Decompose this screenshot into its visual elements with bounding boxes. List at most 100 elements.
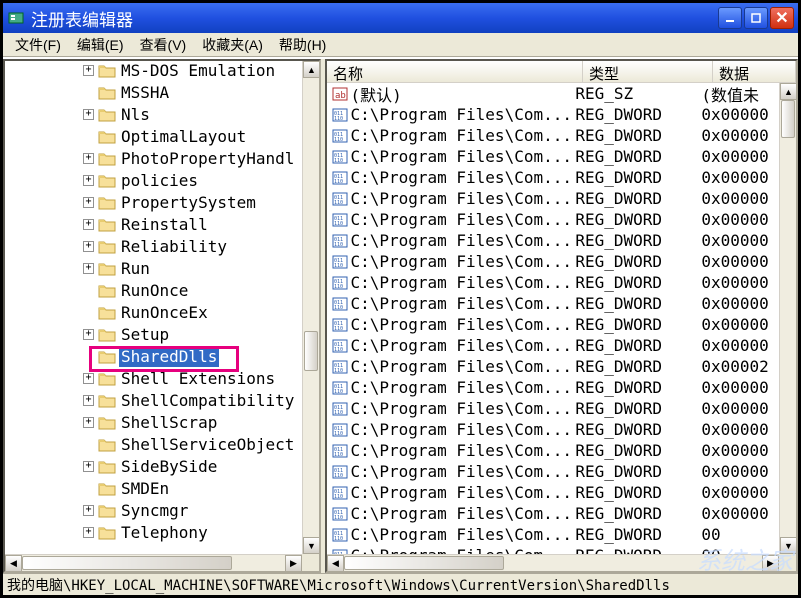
svg-text:110: 110 bbox=[334, 389, 343, 395]
tree-item[interactable]: +Reinstall bbox=[5, 213, 302, 235]
menu-help[interactable]: 帮助(H) bbox=[271, 33, 334, 57]
maximize-button[interactable] bbox=[744, 7, 768, 29]
expand-icon[interactable]: + bbox=[83, 175, 94, 186]
tree-vscroll-thumb[interactable] bbox=[304, 331, 318, 371]
expand-icon[interactable]: + bbox=[83, 263, 94, 274]
tree-item[interactable]: +PhotoPropertyHandl bbox=[5, 147, 302, 169]
col-data[interactable]: 数据 bbox=[713, 61, 796, 82]
cell-type: REG_DWORD bbox=[575, 294, 701, 313]
scroll-right-button[interactable]: ▶ bbox=[762, 555, 779, 571]
svg-text:110: 110 bbox=[334, 284, 343, 290]
expand-icon[interactable]: + bbox=[83, 241, 94, 252]
statusbar: 我的电脑\HKEY_LOCAL_MACHINE\SOFTWARE\Microso… bbox=[3, 573, 798, 595]
list-row[interactable]: 011110C:\Program Files\Com...REG_DWORD0x… bbox=[327, 419, 779, 440]
list-row[interactable]: 011110C:\Program Files\Com...REG_DWORD0x… bbox=[327, 230, 779, 251]
col-name[interactable]: 名称 bbox=[327, 61, 583, 82]
minimize-button[interactable] bbox=[718, 7, 742, 29]
list-vscrollbar[interactable]: ▲ ▼ bbox=[779, 83, 796, 554]
list-row[interactable]: 011110C:\Program Files\Com...REG_DWORD0x… bbox=[327, 377, 779, 398]
tree-vscrollbar[interactable]: ▲ ▼ bbox=[302, 61, 319, 554]
tree-item[interactable]: +ShellScrap bbox=[5, 411, 302, 433]
list-header: 名称 类型 数据 bbox=[327, 61, 796, 83]
menu-edit[interactable]: 编辑(E) bbox=[69, 33, 132, 57]
tree-item[interactable]: ShellServiceObject bbox=[5, 433, 302, 455]
list-hscroll-thumb[interactable] bbox=[344, 556, 504, 570]
scroll-down-button[interactable]: ▼ bbox=[780, 537, 796, 554]
tree-item[interactable]: +PropertySystem bbox=[5, 191, 302, 213]
scroll-up-button[interactable]: ▲ bbox=[780, 83, 796, 100]
tree-item[interactable]: OptimalLayout bbox=[5, 125, 302, 147]
list-row[interactable]: 011110C:\Program Files\Com...REG_DWORD0x… bbox=[327, 146, 779, 167]
expand-icon[interactable]: + bbox=[83, 461, 94, 472]
scroll-right-button[interactable]: ▶ bbox=[285, 555, 302, 572]
tree-item[interactable]: +Setup bbox=[5, 323, 302, 345]
list-row[interactable]: 011110C:\Program Files\Com...REG_DWORD00 bbox=[327, 524, 779, 545]
tree-item[interactable]: +MS-DOS Emulation bbox=[5, 61, 302, 81]
expand-icon[interactable]: + bbox=[83, 373, 94, 384]
tree-item[interactable]: +policies bbox=[5, 169, 302, 191]
expand-icon[interactable]: + bbox=[83, 65, 94, 76]
expand-icon[interactable]: + bbox=[83, 197, 94, 208]
tree-item[interactable]: RunOnceEx bbox=[5, 301, 302, 323]
list-row[interactable]: 011110C:\Program Files\Com...REG_DWORD0x… bbox=[327, 356, 779, 377]
list-row[interactable]: 011110C:\Program Files\Com...REG_DWORD0x… bbox=[327, 104, 779, 125]
list-row[interactable]: 011110C:\Program Files\Com...REG_DWORD0x… bbox=[327, 335, 779, 356]
tree-item[interactable]: +SideBySide bbox=[5, 455, 302, 477]
expand-icon[interactable]: + bbox=[83, 109, 94, 120]
list-vscroll-thumb[interactable] bbox=[781, 100, 795, 138]
menu-file[interactable]: 文件(F) bbox=[7, 33, 69, 57]
close-button[interactable]: ✕ bbox=[770, 7, 794, 29]
expand-icon[interactable]: + bbox=[83, 219, 94, 230]
menu-view[interactable]: 查看(V) bbox=[132, 33, 195, 57]
binary-value-icon: 011110 bbox=[331, 233, 348, 249]
tree-item[interactable]: SMDEn bbox=[5, 477, 302, 499]
list-row[interactable]: 011110C:\Program Files\Com...REG_DWORD0x… bbox=[327, 461, 779, 482]
list-row[interactable]: 011110C:\Program Files\Com...REG_DWORD0x… bbox=[327, 125, 779, 146]
scroll-corner bbox=[302, 554, 319, 571]
tree-item[interactable]: +Telephony bbox=[5, 521, 302, 543]
tree-item[interactable]: +ShellCompatibility bbox=[5, 389, 302, 411]
expand-icon[interactable]: + bbox=[83, 395, 94, 406]
tree-item[interactable]: + Nls bbox=[5, 103, 302, 125]
tree-item[interactable]: RunOnce bbox=[5, 279, 302, 301]
tree-hscroll-thumb[interactable] bbox=[22, 556, 232, 570]
list-hscrollbar[interactable]: ◀ ▶ bbox=[327, 554, 779, 571]
tree-item-label: Nls bbox=[119, 104, 152, 125]
list-row[interactable]: 011110C:\Program Files\Com...REG_DWORD0x… bbox=[327, 251, 779, 272]
tree-hscrollbar[interactable]: ◀ ▶ bbox=[5, 554, 302, 571]
menu-favorites[interactable]: 收藏夹(A) bbox=[194, 33, 271, 57]
list-row[interactable]: 011110C:\Program Files\Com...REG_DWORD0x… bbox=[327, 209, 779, 230]
scroll-left-button[interactable]: ◀ bbox=[327, 555, 344, 571]
scroll-up-button[interactable]: ▲ bbox=[303, 61, 320, 78]
tree-item[interactable]: MSSHA bbox=[5, 81, 302, 103]
list-row[interactable]: 011110C:\Program Files\Com...REG_DWORD0x… bbox=[327, 440, 779, 461]
scroll-down-button[interactable]: ▼ bbox=[303, 537, 320, 554]
list-row[interactable]: 011110C:\Program Files\Com...REG_DWORD0x… bbox=[327, 188, 779, 209]
list-row[interactable]: 011110C:\Program Files\Com...REG_DWORD0x… bbox=[327, 272, 779, 293]
list-row[interactable]: 011110C:\Program Files\Com...REG_DWORD0x… bbox=[327, 314, 779, 335]
tree-item[interactable]: +Syncmgr bbox=[5, 499, 302, 521]
list-row[interactable]: 011110C:\Program Files\Com...REG_DWORD0x… bbox=[327, 293, 779, 314]
expand-icon[interactable]: + bbox=[83, 153, 94, 164]
list-row[interactable]: 011110C:\Program Files\Com...REG_DWORD0x… bbox=[327, 503, 779, 524]
list-row[interactable]: 011110C:\Program Files\Com...REG_DWORD0x… bbox=[327, 167, 779, 188]
cell-type: REG_DWORD bbox=[575, 483, 701, 502]
binary-value-icon: 011110 bbox=[331, 149, 348, 165]
list-row[interactable]: 011110C:\Program Files\Com...REG_DWORD0x… bbox=[327, 482, 779, 503]
col-type[interactable]: 类型 bbox=[583, 61, 713, 82]
expand-icon[interactable]: + bbox=[83, 505, 94, 516]
expander-blank bbox=[83, 131, 94, 142]
expand-icon[interactable]: + bbox=[83, 329, 94, 340]
tree-item[interactable]: +Reliability bbox=[5, 235, 302, 257]
tree-item[interactable]: +Shell Extensions bbox=[5, 367, 302, 389]
expand-icon[interactable]: + bbox=[83, 527, 94, 538]
list-row[interactable]: ab(默认)REG_SZ(数值未 bbox=[327, 83, 779, 104]
expand-icon[interactable]: + bbox=[83, 417, 94, 428]
status-path: 我的电脑\HKEY_LOCAL_MACHINE\SOFTWARE\Microso… bbox=[7, 575, 670, 595]
svg-text:110: 110 bbox=[334, 200, 343, 206]
tree-item[interactable]: +Run bbox=[5, 257, 302, 279]
cell-type: REG_DWORD bbox=[575, 420, 701, 439]
tree-item[interactable]: SharedDlls bbox=[5, 345, 302, 367]
scroll-left-button[interactable]: ◀ bbox=[5, 555, 22, 572]
list-row[interactable]: 011110C:\Program Files\Com...REG_DWORD0x… bbox=[327, 398, 779, 419]
